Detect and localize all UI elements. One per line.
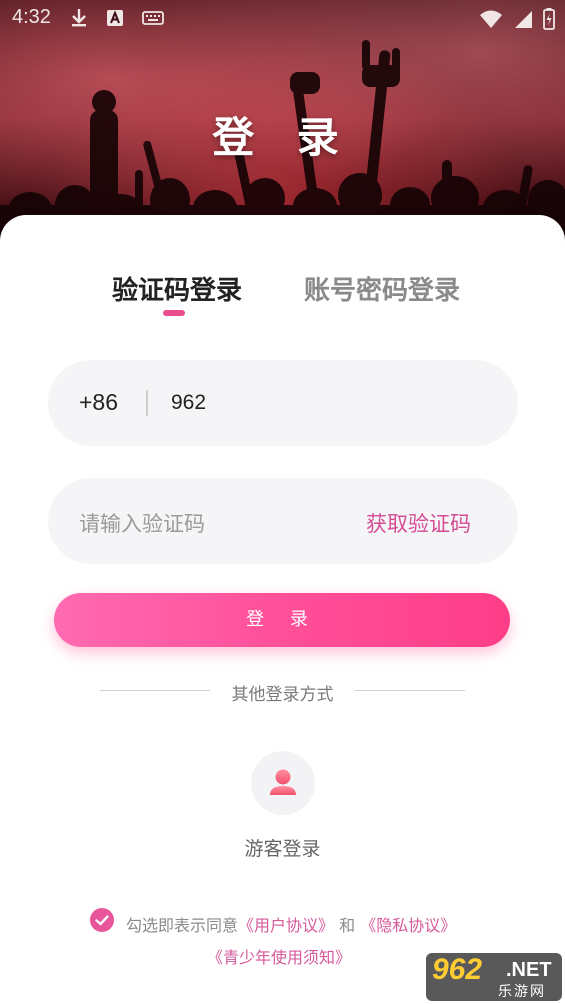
phone-field[interactable]: +86 962 xyxy=(48,360,518,446)
login-button[interactable]: 登 录 xyxy=(54,593,510,647)
privacy-policy-link[interactable]: 《隐私协议》 xyxy=(360,916,456,935)
status-time: 4:32 xyxy=(12,6,51,28)
agreement-checkbox[interactable] xyxy=(90,908,114,932)
guest-login-label: 游客登录 xyxy=(244,838,321,860)
phone-input[interactable]: 962 xyxy=(171,391,206,415)
country-code-selector[interactable]: +86 xyxy=(79,389,118,416)
tab-active-indicator xyxy=(163,310,185,316)
user-agreement-link[interactable]: 《用户协议》 xyxy=(238,916,334,935)
signal-icon xyxy=(515,11,532,28)
watermark-suffix: .NET xyxy=(506,959,552,981)
verification-code-field[interactable]: 请输入验证码 获取验证码 xyxy=(48,478,518,564)
check-icon xyxy=(95,915,109,926)
battery-charging-icon xyxy=(543,8,555,30)
site-watermark: 962 .NET 乐游网 xyxy=(426,953,562,1001)
keyboard-a-icon xyxy=(107,10,123,26)
watermark-logo: 962 xyxy=(432,953,483,986)
download-icon xyxy=(72,9,86,27)
other-login-label: 其他登录方式 xyxy=(231,685,334,705)
page-title: 登 录 xyxy=(212,113,353,162)
tab-sms-login[interactable]: 验证码登录 xyxy=(112,270,242,307)
user-icon xyxy=(270,769,296,795)
agreement-second-line: 《青少年使用须知》 xyxy=(207,944,351,968)
status-bar: 4:32 xyxy=(0,0,565,38)
verification-code-input[interactable]: 请输入验证码 xyxy=(79,508,205,538)
tab-password-login[interactable]: 账号密码登录 xyxy=(304,270,460,307)
keyboard-icon xyxy=(142,11,164,25)
guest-login-button[interactable] xyxy=(251,751,315,815)
agreement-and: 和 xyxy=(334,916,361,935)
agreement-text: 勾选即表示同意《用户协议》 和 《隐私协议》 xyxy=(126,912,456,936)
divider-right xyxy=(355,690,465,691)
wifi-icon xyxy=(480,10,502,28)
field-divider xyxy=(146,390,148,416)
watermark-sub: 乐游网 xyxy=(498,984,546,1000)
agreement-prefix: 勾选即表示同意 xyxy=(126,916,239,935)
get-code-button[interactable]: 获取验证码 xyxy=(366,508,471,538)
youth-notice-link[interactable]: 《青少年使用须知》 xyxy=(207,948,351,967)
